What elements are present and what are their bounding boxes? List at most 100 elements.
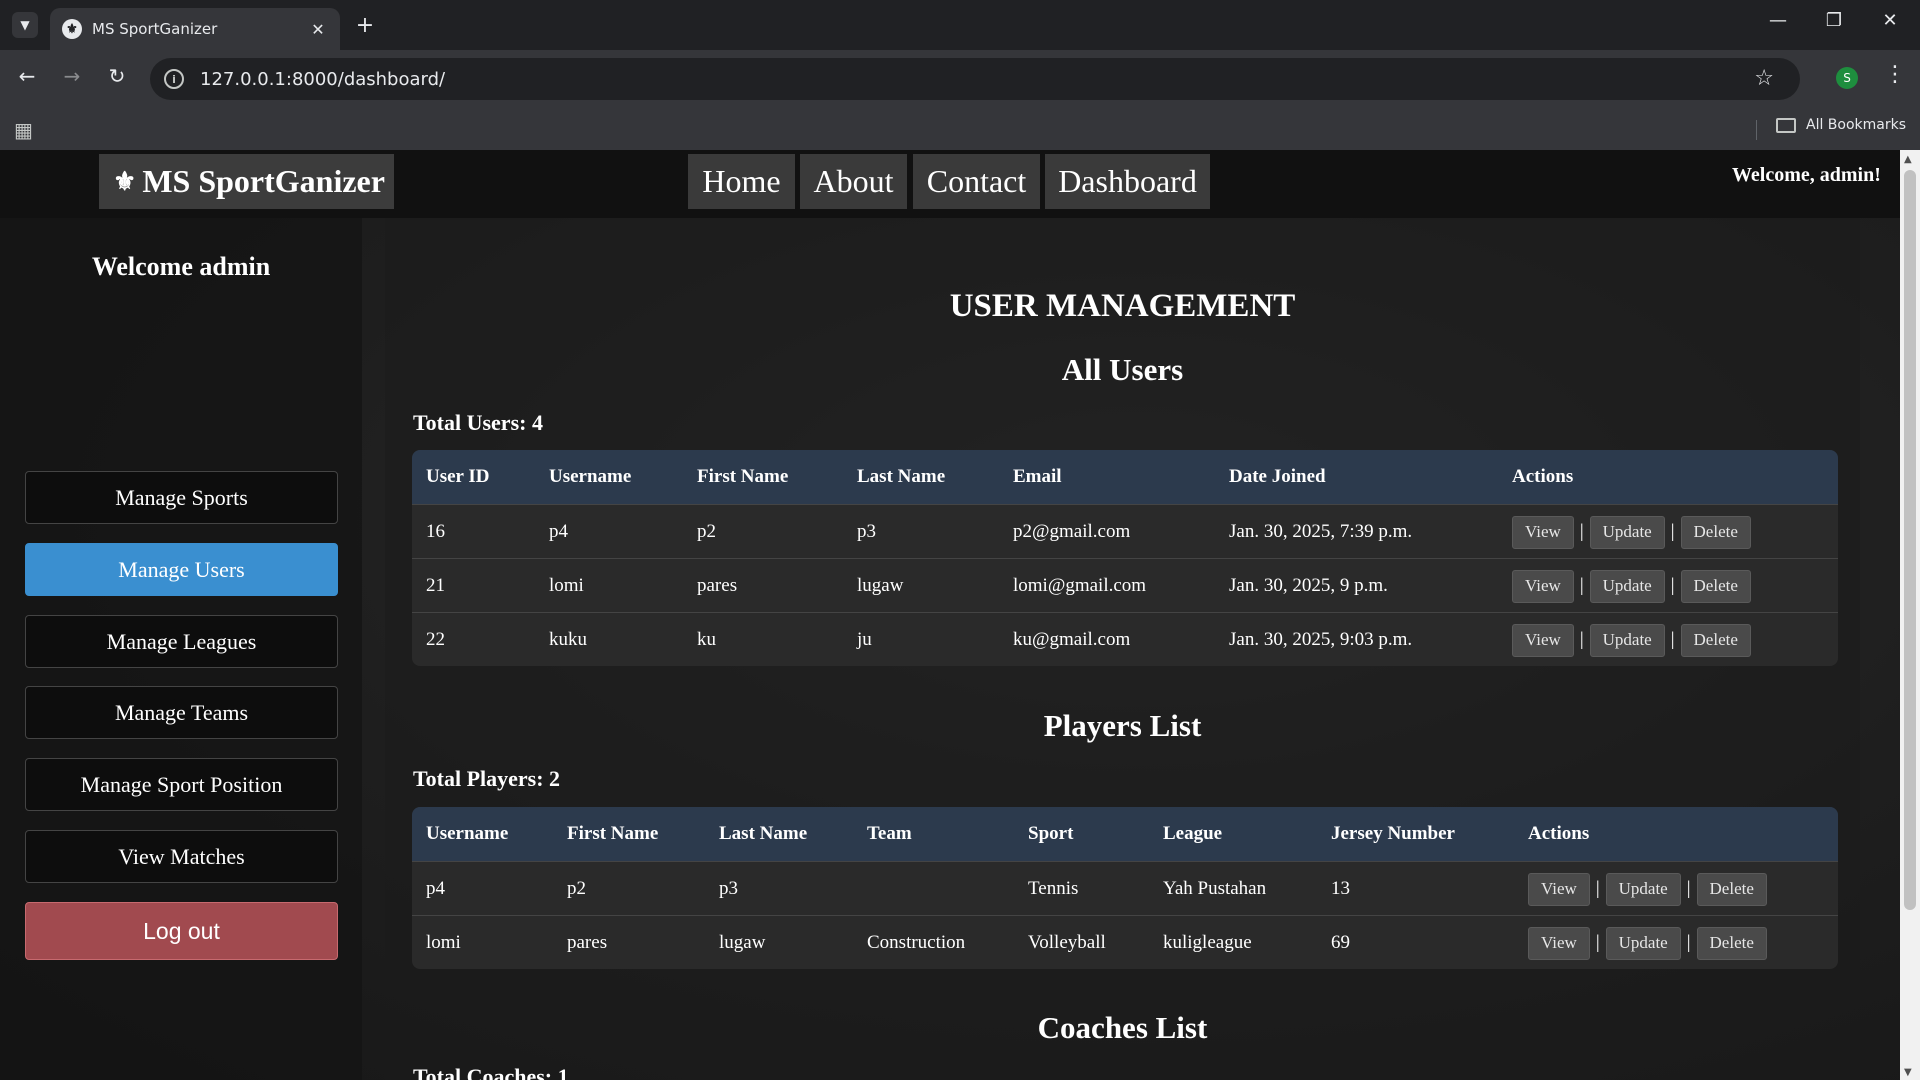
delete-button[interactable]: Delete xyxy=(1680,623,1751,657)
scroll-down-icon[interactable]: ▼ xyxy=(1904,1067,1912,1078)
view-button[interactable]: View xyxy=(1512,515,1574,549)
cell-user-id: 21 xyxy=(426,575,445,596)
cell-first-name: ku xyxy=(697,629,716,650)
address-bar[interactable]: i 127.0.0.1:8000/dashboard/ ☆ xyxy=(150,58,1800,100)
action-separator: | xyxy=(1579,521,1584,542)
column-header: Last Name xyxy=(857,466,946,487)
browser-tab[interactable]: ⚜ MS SportGanizer ✕ xyxy=(50,8,340,50)
column-header: Username xyxy=(549,466,632,487)
profile-avatar[interactable]: S xyxy=(1836,67,1858,89)
table-row: p4 p2 p3 Tennis Yah Pustahan 13 View | U… xyxy=(412,861,1838,915)
table-row: 22 kuku ku ju ku@gmail.com Jan. 30, 2025… xyxy=(412,612,1838,666)
reload-icon[interactable]: ↻ xyxy=(102,64,132,88)
scrollbar-thumb[interactable] xyxy=(1904,170,1916,910)
cell-league: kuligleague xyxy=(1163,932,1252,953)
sidebar-view-matches[interactable]: View Matches xyxy=(25,830,338,883)
action-separator: | xyxy=(1686,878,1691,899)
sidebar-manage-teams[interactable]: Manage Teams xyxy=(25,686,338,739)
cell-last-name: lugaw xyxy=(719,932,766,953)
column-header: User ID xyxy=(426,466,490,487)
back-icon[interactable]: ← xyxy=(12,64,42,88)
url-text[interactable]: 127.0.0.1:8000/dashboard/ xyxy=(200,69,445,90)
restore-icon[interactable]: ❐ xyxy=(1814,10,1854,31)
logout-button[interactable]: Log out xyxy=(25,902,338,960)
cell-last-name: p3 xyxy=(719,878,738,899)
column-header: First Name xyxy=(697,466,789,487)
cell-username: p4 xyxy=(426,878,445,899)
column-header: League xyxy=(1163,823,1223,844)
table-row: 16 p4 p2 p3 p2@gmail.com Jan. 30, 2025, … xyxy=(412,504,1838,558)
delete-button[interactable]: Delete xyxy=(1680,569,1751,603)
brand-logo[interactable]: ⚜ MS SportGanizer xyxy=(99,154,394,209)
players-table-header: Username First Name Last Name Team Sport… xyxy=(412,807,1838,861)
column-header: Actions xyxy=(1512,466,1574,487)
update-button[interactable]: Update xyxy=(1589,569,1665,603)
cell-user-id: 16 xyxy=(426,521,445,542)
cell-first-name: pares xyxy=(697,575,738,596)
delete-button[interactable]: Delete xyxy=(1680,515,1751,549)
action-separator: | xyxy=(1686,932,1691,953)
sidebar-manage-sport-position[interactable]: Manage Sport Position xyxy=(25,758,338,811)
sidebar-manage-leagues[interactable]: Manage Leagues xyxy=(25,615,338,668)
nav-dashboard[interactable]: Dashboard xyxy=(1045,154,1210,209)
cell-email: lomi@gmail.com xyxy=(1013,575,1147,596)
action-separator: | xyxy=(1595,878,1600,899)
new-tab-button[interactable]: + xyxy=(352,12,378,38)
column-header: First Name xyxy=(567,823,659,844)
close-tab-icon[interactable]: ✕ xyxy=(308,20,328,39)
column-header: Team xyxy=(867,823,912,844)
action-separator: | xyxy=(1579,629,1584,650)
cell-sport: Tennis xyxy=(1028,878,1079,899)
cell-jersey-number: 13 xyxy=(1331,878,1350,899)
action-separator: | xyxy=(1579,575,1584,596)
close-window-icon[interactable]: ✕ xyxy=(1870,10,1910,31)
row-actions: View | Update | Delete xyxy=(1512,613,1751,666)
update-button[interactable]: Update xyxy=(1605,872,1681,906)
update-button[interactable]: Update xyxy=(1589,515,1665,549)
sidebar-manage-users[interactable]: Manage Users xyxy=(25,543,338,596)
cell-last-name: ju xyxy=(857,629,872,650)
view-button[interactable]: View xyxy=(1512,623,1574,657)
action-separator: | xyxy=(1670,629,1675,650)
site-header: ⚜ MS SportGanizer Home About Contact Das… xyxy=(0,150,1900,218)
site-info-icon[interactable]: i xyxy=(164,69,184,89)
column-header: Sport xyxy=(1028,823,1074,844)
browser-toolbar: ← → ↻ i 127.0.0.1:8000/dashboard/ ☆ xyxy=(0,50,1920,108)
page-title: USER MANAGEMENT xyxy=(949,288,1296,324)
view-button[interactable]: View xyxy=(1512,569,1574,603)
cell-username: kuku xyxy=(549,629,587,650)
sidebar-manage-sports[interactable]: Manage Sports xyxy=(25,471,338,524)
players-table: Username First Name Last Name Team Sport… xyxy=(412,807,1838,969)
browser-menu-icon[interactable]: ⋮ xyxy=(1884,62,1906,87)
view-button[interactable]: View xyxy=(1528,872,1590,906)
delete-button[interactable]: Delete xyxy=(1696,926,1767,960)
delete-button[interactable]: Delete xyxy=(1696,872,1767,906)
update-button[interactable]: Update xyxy=(1605,926,1681,960)
scroll-up-icon[interactable]: ▲ xyxy=(1904,154,1912,165)
tab-search-icon[interactable]: ▼ xyxy=(12,12,38,38)
cell-username: lomi xyxy=(426,932,461,953)
column-header: Jersey Number xyxy=(1331,823,1455,844)
cell-last-name: lugaw xyxy=(857,575,904,596)
folder-icon xyxy=(1776,117,1796,133)
update-button[interactable]: Update xyxy=(1589,623,1665,657)
nav-about[interactable]: About xyxy=(800,154,907,209)
brand-name: MS SportGanizer xyxy=(142,163,385,199)
minimize-icon[interactable]: — xyxy=(1758,10,1798,31)
users-table: User ID Username First Name Last Name Em… xyxy=(412,450,1838,666)
cell-user-id: 22 xyxy=(426,629,445,650)
action-separator: | xyxy=(1670,575,1675,596)
nav-home[interactable]: Home xyxy=(688,154,795,209)
action-separator: | xyxy=(1670,521,1675,542)
bookmarks-bar: ▦ All Bookmarks xyxy=(0,108,1920,150)
view-button[interactable]: View xyxy=(1528,926,1590,960)
all-bookmarks-button[interactable]: All Bookmarks xyxy=(1776,117,1906,133)
page-scrollbar[interactable]: ▲ ▼ xyxy=(1900,150,1920,1080)
nav-contact[interactable]: Contact xyxy=(913,154,1040,209)
forward-icon[interactable]: → xyxy=(57,64,87,88)
bookmarks-divider xyxy=(1756,120,1757,140)
bookmark-star-icon[interactable]: ☆ xyxy=(1754,66,1774,91)
cell-date-joined: Jan. 30, 2025, 9:03 p.m. xyxy=(1229,629,1413,650)
cell-email: ku@gmail.com xyxy=(1013,629,1131,650)
apps-grid-icon[interactable]: ▦ xyxy=(14,118,33,142)
